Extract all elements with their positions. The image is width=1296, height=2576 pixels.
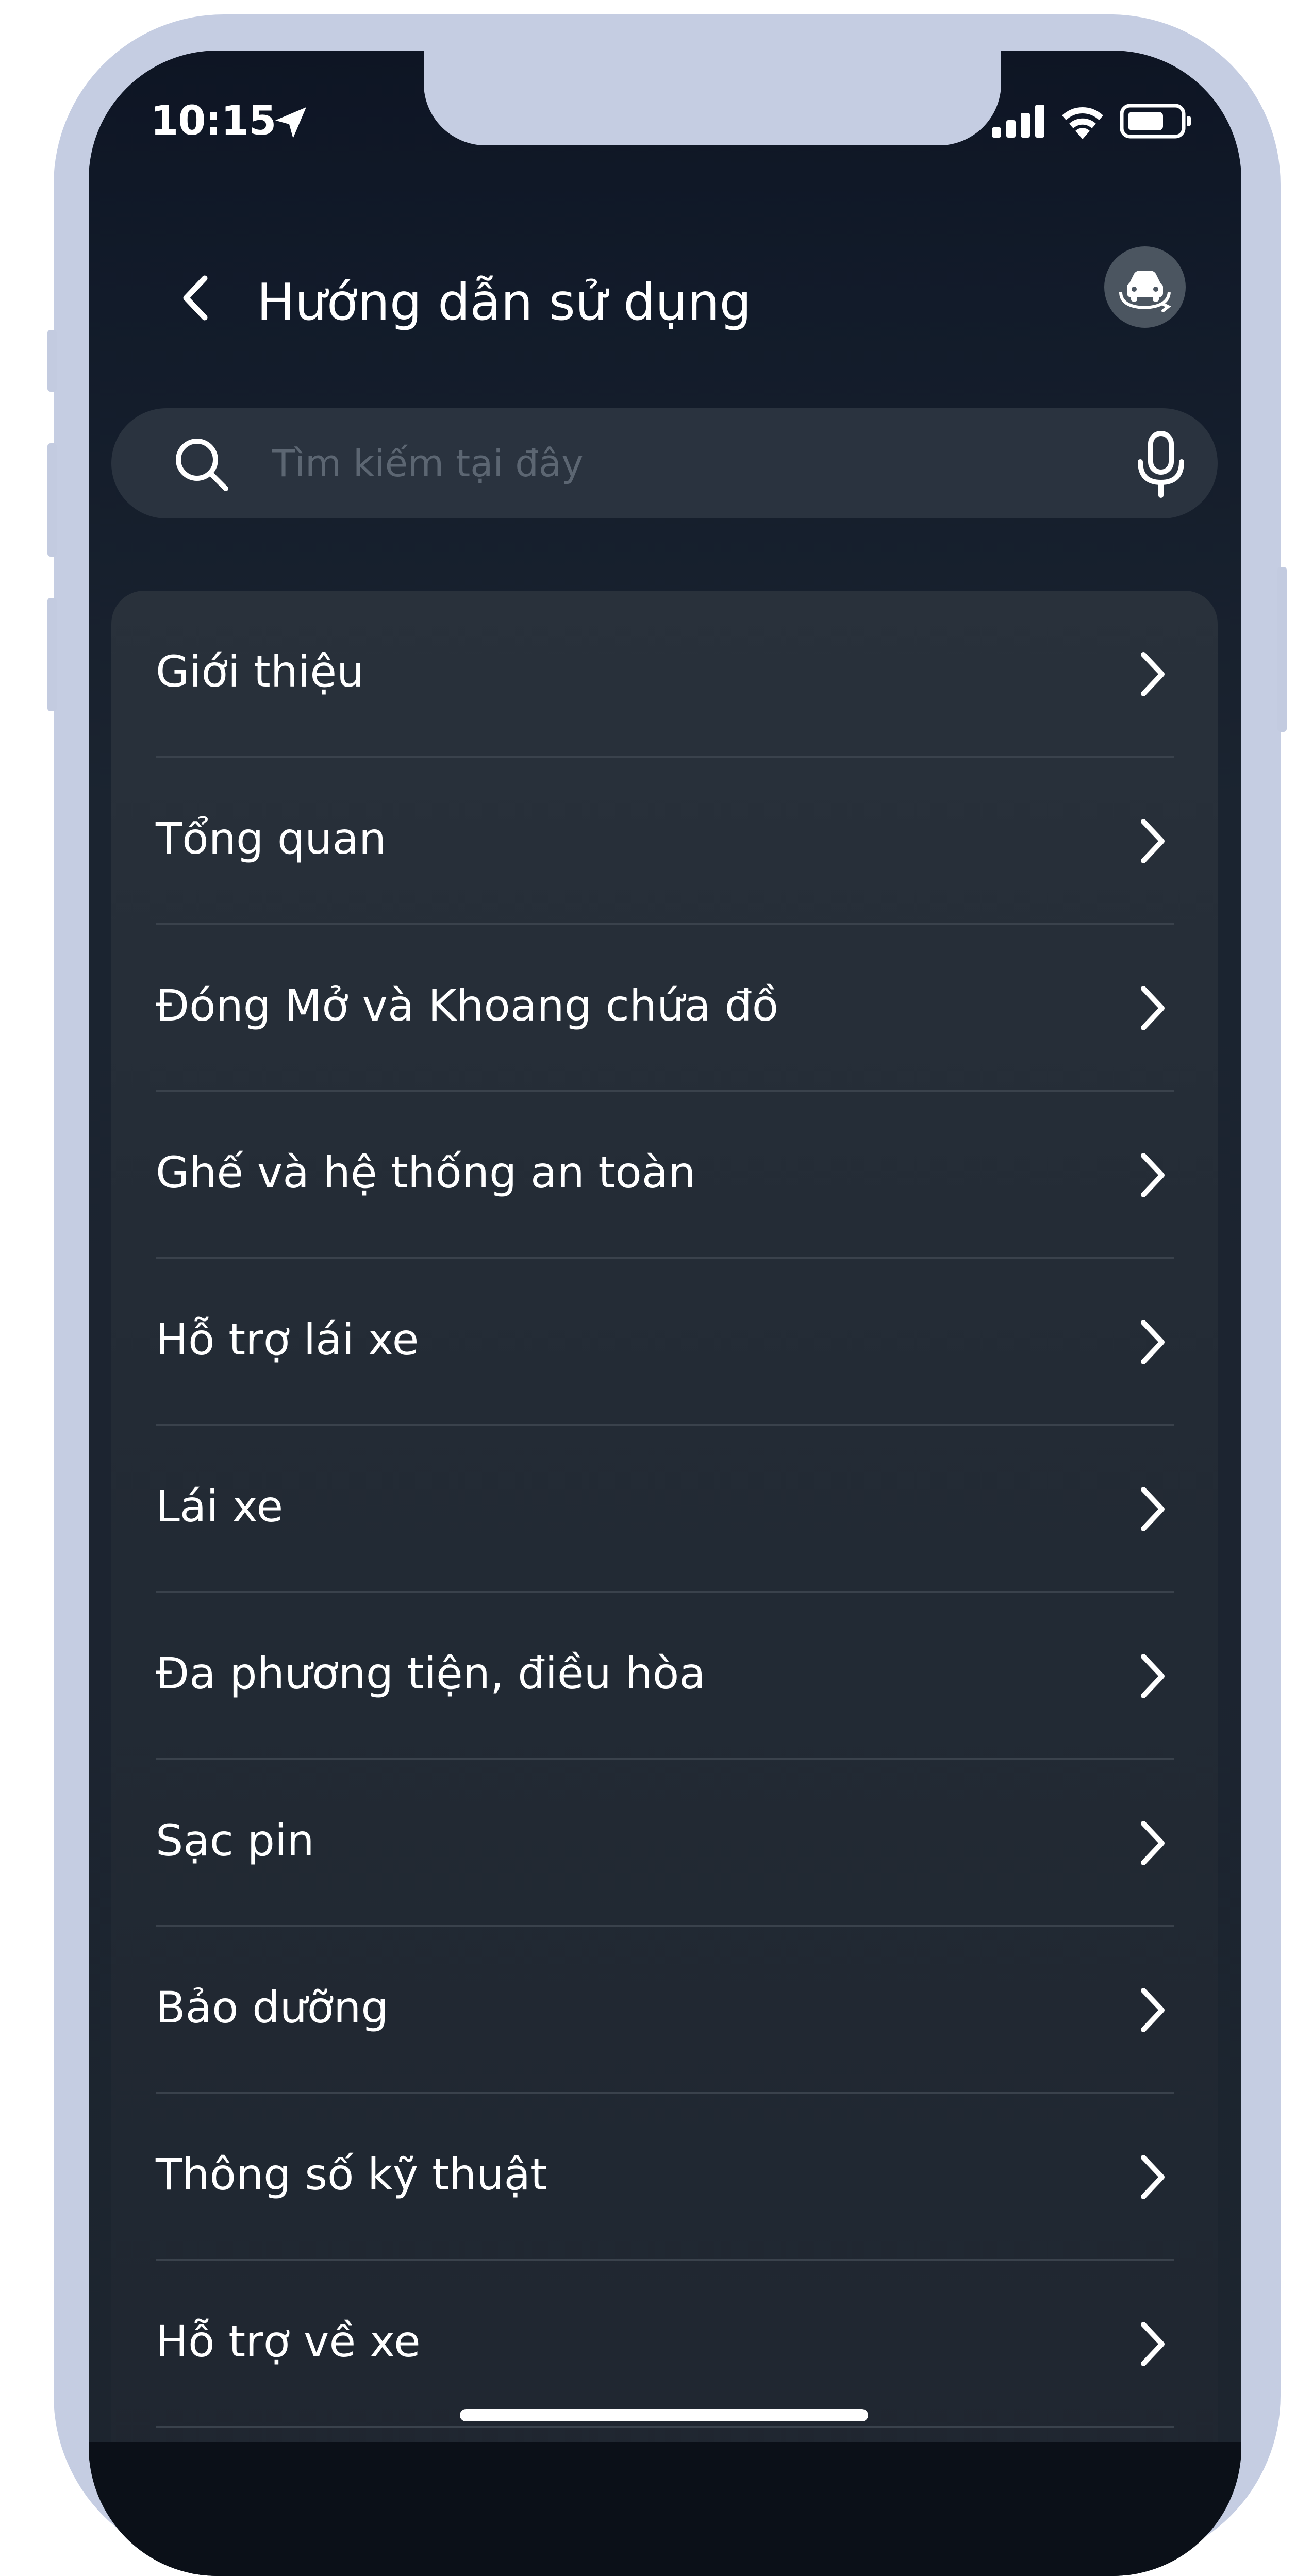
search-bar[interactable] [111, 408, 1218, 518]
menu-item-lai-xe[interactable]: Lái xe [156, 1426, 1174, 1593]
menu-item-ho-tro-ve-xe[interactable]: Hỗ trợ về xe [156, 2261, 1174, 2428]
car-rotate-icon [1119, 271, 1171, 312]
page-title: Hướng dẫn sử dụng [257, 273, 752, 332]
search-input[interactable] [271, 437, 1098, 490]
menu-item-label: Bảo dưỡng [156, 1982, 389, 2033]
status-icons [992, 103, 1192, 139]
app-screen: 10:15 Hướng dẫn sử dụng Tìm kiếm tại đây… [89, 51, 1241, 2576]
menu-item-da-phuong-tien[interactable]: Đa phương tiện, điều hòa [156, 1593, 1174, 1760]
side-button-power [1277, 567, 1287, 732]
home-indicator[interactable] [460, 2409, 868, 2421]
chevron-right-icon [1141, 652, 1165, 696]
search-icon [176, 439, 228, 491]
menu-item-label: Hỗ trợ về xe [156, 2316, 421, 2367]
side-button-volume-down [47, 598, 57, 711]
menu-item-dong-mo-khoang-chua-do[interactable]: Đóng Mở và Khoang chứa đồ [156, 925, 1174, 1092]
chevron-right-icon [1141, 986, 1165, 1030]
chevron-right-icon [1141, 819, 1165, 863]
menu-item-ghe-an-toan[interactable]: Ghế và hệ thống an toàn [156, 1092, 1174, 1259]
chevron-right-icon [1141, 1487, 1165, 1531]
menu-item-thong-so-ky-thuat[interactable]: Thông số kỹ thuật [156, 2094, 1174, 2261]
car-switch-button[interactable] [1104, 246, 1186, 328]
cellular-signal-icon [992, 105, 1044, 138]
bottom-bar-background [89, 2442, 1241, 2576]
menu-item-tong-quan[interactable]: Tổng quan [156, 758, 1174, 925]
chevron-left-icon [183, 275, 208, 321]
menu-item-label: Đóng Mở và Khoang chứa đồ [156, 980, 779, 1031]
side-button-mute [47, 330, 57, 392]
side-button-volume-up [47, 443, 57, 557]
menu-item-label: Đa phương tiện, điều hòa [156, 1648, 706, 1699]
menu-item-bao-duong[interactable]: Bảo dưỡng [156, 1927, 1174, 2094]
menu-item-label: Sạc pin [156, 1815, 314, 1866]
chevron-right-icon [1141, 2155, 1165, 2199]
status-time: 10:15 [151, 98, 276, 144]
menu-item-sac-pin[interactable]: Sạc pin [156, 1760, 1174, 1927]
menu-item-label: Ghế và hệ thống an toàn [156, 1147, 696, 1198]
chevron-right-icon [1141, 1654, 1165, 1698]
location-arrow-icon [275, 107, 306, 138]
menu-item-label: Hỗ trợ lái xe [156, 1314, 419, 1365]
battery-icon [1120, 104, 1191, 139]
menu-item-ho-tro-lai-xe[interactable]: Hỗ trợ lái xe [156, 1259, 1174, 1426]
wifi-icon [1062, 107, 1103, 139]
chevron-right-icon [1141, 1153, 1165, 1197]
header: Hướng dẫn sử dụng [89, 246, 1241, 349]
chevron-right-icon [1141, 1821, 1165, 1865]
device-notch [424, 51, 1001, 145]
menu-item-label: Thông số kỹ thuật [156, 2149, 547, 2200]
menu-item-gioi-thieu[interactable]: Giới thiệu [156, 591, 1174, 758]
menu-item-label: Giới thiệu [156, 646, 364, 697]
chevron-right-icon [1141, 2322, 1165, 2366]
menu-item-label: Lái xe [156, 1481, 284, 1532]
back-button[interactable] [166, 267, 223, 329]
microphone-icon[interactable] [1135, 431, 1187, 498]
menu-item-label: Tổng quan [156, 813, 387, 864]
chevron-right-icon [1141, 1988, 1165, 2032]
chevron-right-icon [1141, 1320, 1165, 1364]
guide-menu-list: Giới thiệu Tổng quan Đóng Mở và Khoang c… [111, 591, 1218, 2576]
